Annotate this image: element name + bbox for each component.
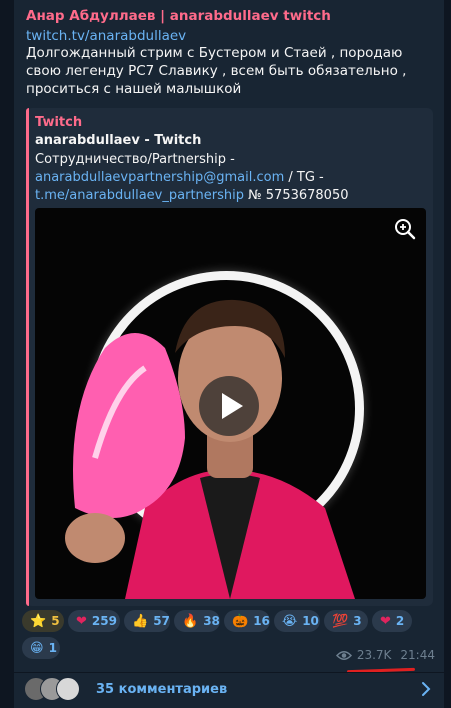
reaction-count: 57 <box>153 614 170 628</box>
reaction-count: 259 <box>91 614 117 628</box>
commenter-avatars <box>24 677 84 701</box>
comments-bar[interactable]: 35 комментариев <box>14 673 444 708</box>
reaction-heart-on-fire[interactable]: ❤ 2 <box>372 610 412 632</box>
reaction-count: 2 <box>395 614 405 628</box>
link-preview[interactable]: Twitch anarabdullaev - Twitch Сотрудниче… <box>26 108 433 606</box>
message-time: 21:44 <box>400 648 435 662</box>
reaction-count: 5 <box>51 614 60 628</box>
preview-email-link[interactable]: anarabdullaevpartnership@gmail.com <box>35 170 284 185</box>
play-button[interactable] <box>199 376 259 436</box>
view-count: 23.7K <box>356 648 392 662</box>
reaction-hundred[interactable]: 💯 3 <box>324 610 368 632</box>
channel-author[interactable]: Анар Абдуллаев | anarabdullaev twitch <box>26 8 331 24</box>
preview-tg-link[interactable]: t.me/anarabdullaev_partnership <box>35 188 244 203</box>
star-icon: ⭐ <box>30 613 47 629</box>
preview-desc-mid: / TG - <box>284 170 324 185</box>
heart-icon: ❤ <box>76 613 87 629</box>
play-icon <box>222 393 243 419</box>
video-thumbnail[interactable] <box>35 208 426 599</box>
message-text: Долгожданный стрим с Бустером и Стаей , … <box>26 45 407 97</box>
thumbs-up-icon: 👍 <box>132 613 149 629</box>
pumpkin-icon: 🎃 <box>232 613 249 629</box>
message-meta: 23.7K 21:44 <box>335 648 435 662</box>
preview-title: anarabdullaev - Twitch <box>35 133 202 148</box>
reaction-thumbs-up[interactable]: 👍 57 <box>124 610 170 632</box>
preview-accent-bar <box>26 108 29 606</box>
fire-icon: 🔥 <box>182 613 199 629</box>
message-link[interactable]: twitch.tv/anarabdullaev <box>26 28 186 44</box>
hundred-icon: 💯 <box>332 613 349 629</box>
heart-on-fire-icon: ❤ <box>380 613 391 629</box>
preview-site-name: Twitch <box>35 115 83 130</box>
zoom-icon[interactable] <box>392 216 418 242</box>
reaction-count: 1 <box>48 641 57 655</box>
reaction-count: 38 <box>203 614 220 628</box>
grin-face-icon: 😁 <box>30 640 44 656</box>
reaction-count: 10 <box>302 614 319 628</box>
eye-icon <box>335 650 352 660</box>
reaction-star[interactable]: ⭐ 5 <box>22 610 64 632</box>
comments-label[interactable]: 35 комментариев <box>96 682 227 697</box>
preview-description: Сотрудничество/Partnership - anarabdulla… <box>35 151 427 205</box>
crying-face-icon: 😭 <box>282 613 298 629</box>
preview-desc-end: № 5753678050 <box>244 188 349 203</box>
reaction-fire[interactable]: 🔥 38 <box>174 610 220 632</box>
chevron-right-icon[interactable] <box>420 680 432 698</box>
preview-desc-line1: Сотрудничество/Partnership - <box>35 152 235 167</box>
reaction-pumpkin[interactable]: 🎃 16 <box>224 610 270 632</box>
avatar <box>56 677 80 701</box>
reaction-grin[interactable]: 😁 1 <box>22 637 60 659</box>
reaction-count: 16 <box>253 614 270 628</box>
reaction-count: 3 <box>353 614 362 628</box>
reaction-crying[interactable]: 😭 10 <box>274 610 320 632</box>
reaction-heart[interactable]: ❤ 259 <box>68 610 120 632</box>
